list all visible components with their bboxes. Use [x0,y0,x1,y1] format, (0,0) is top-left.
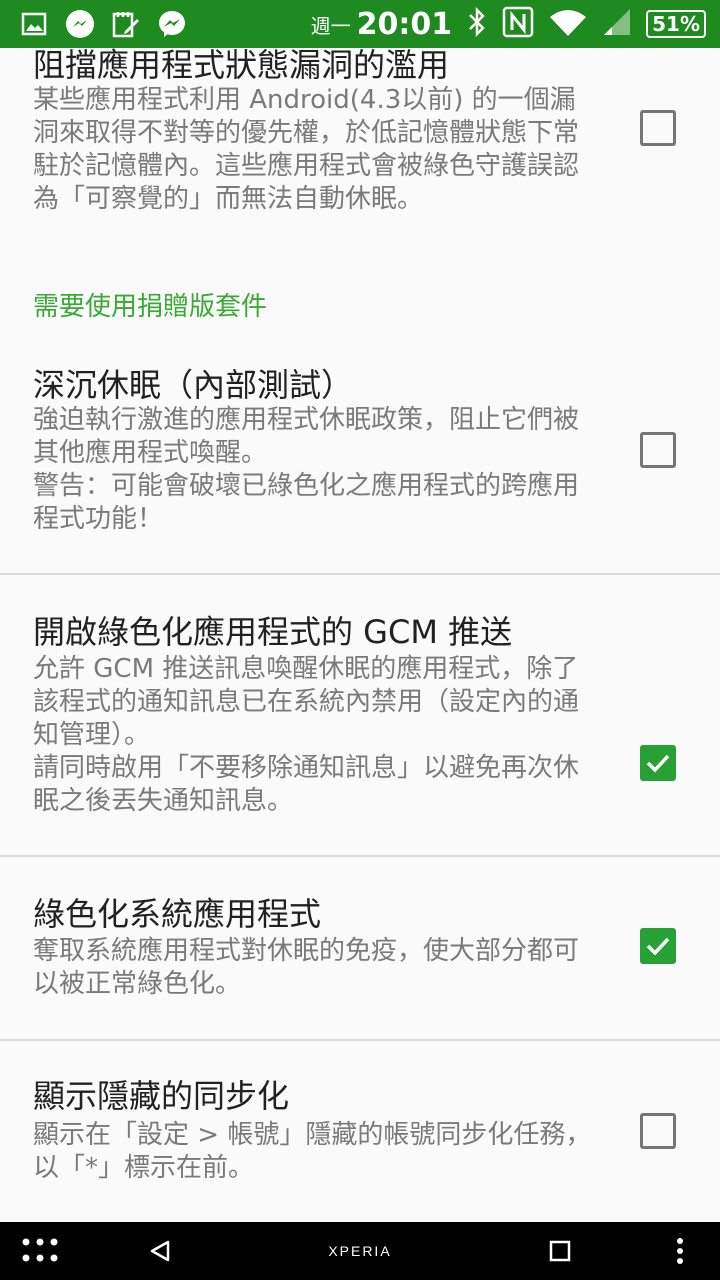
recents-icon[interactable] [540,1222,580,1280]
pref-summary: 顯示在「設定 > 帳號」隱藏的帳號同步化任務，以「*」標示在前。 [33,1120,592,1183]
checkbox[interactable] [640,1113,676,1149]
pref-show-hidden-sync[interactable]: 顯示隱藏的同步化 顯示在「設定 > 帳號」隱藏的帳號同步化任務，以「*」標示在前… [0,1041,720,1222]
gallery-icon [18,8,50,40]
back-icon[interactable] [140,1222,180,1280]
category-header: 需要使用捐贈版套件 [33,292,268,322]
pref-title: 顯示隱藏的同步化 [33,1077,290,1115]
pref-summary: 允許 GCM 推送訊息喚醒休眠的應用程式，除了該程式的通知訊息已在系統內禁用（設… [33,654,580,816]
checkbox-checked[interactable] [640,745,676,781]
checkbox[interactable] [640,110,676,146]
pref-deep-hibernation[interactable]: 深沉休眠（內部測試） 強迫執行激進的應用程式休眠政策，阻止它們被其他應用程式喚醒… [0,348,720,573]
wifi-icon [548,7,588,41]
checkmark-icon [646,937,670,956]
navigation-bar: XPERIA [0,1222,720,1280]
settings-list[interactable]: 阻擋應用程式狀態漏洞的濫用 某些應用程式利用 Android(4.3以前) 的一… [0,48,720,1222]
pref-title: 深沉休眠（內部測試） [33,366,354,404]
bluetooth-icon [466,6,488,41]
pref-summary: 強迫執行激進的應用程式休眠政策，阻止它們被其他應用程式喚醒。 警告：可能會破壞已… [33,405,580,534]
pref-gcm-push[interactable]: 開啟綠色化應用程式的 GCM 推送 允許 GCM 推送訊息喚醒休眠的應用程式，除… [0,575,720,855]
pref-summary: 奪取系統應用程式對休眠的免疫，使大部分都可以被正常綠色化。 [33,936,580,999]
xperia-logo: XPERIA [328,1243,392,1259]
weekday-text: 週一 [310,13,351,38]
pref-block-app-state-abuse[interactable]: 阻擋應用程式狀態漏洞的濫用 某些應用程式利用 Android(4.3以前) 的一… [0,48,720,248]
checkbox-checked[interactable] [640,928,676,964]
pref-title: 綠色化系統應用程式 [33,895,322,933]
pref-green-system-apps[interactable]: 綠色化系統應用程式 奪取系統應用程式對休眠的免疫，使大部分都可以被正常綠色化。 [0,857,720,1039]
messenger-icon [156,8,188,40]
apps-grid-icon[interactable] [12,1222,68,1280]
clock: 20:01 [356,6,453,42]
battery-level: 51% [652,12,700,36]
pref-summary: 某些應用程式利用 Android(4.3以前) 的一個漏洞來取得不對等的優先權，… [33,85,580,214]
notes-icon [110,8,142,40]
status-bar: 週一 20:01 51% [0,0,720,48]
battery-icon: 51% [646,10,706,38]
messenger-lightning-icon [64,8,96,40]
checkbox[interactable] [640,432,676,468]
pref-title: 阻擋應用程式狀態漏洞的濫用 [33,48,450,84]
signal-icon [602,7,632,41]
checkmark-icon [646,754,670,773]
nfc-icon [502,6,534,42]
overflow-menu-icon[interactable] [660,1222,700,1280]
pref-title: 開啟綠色化應用程式的 GCM 推送 [33,613,513,651]
